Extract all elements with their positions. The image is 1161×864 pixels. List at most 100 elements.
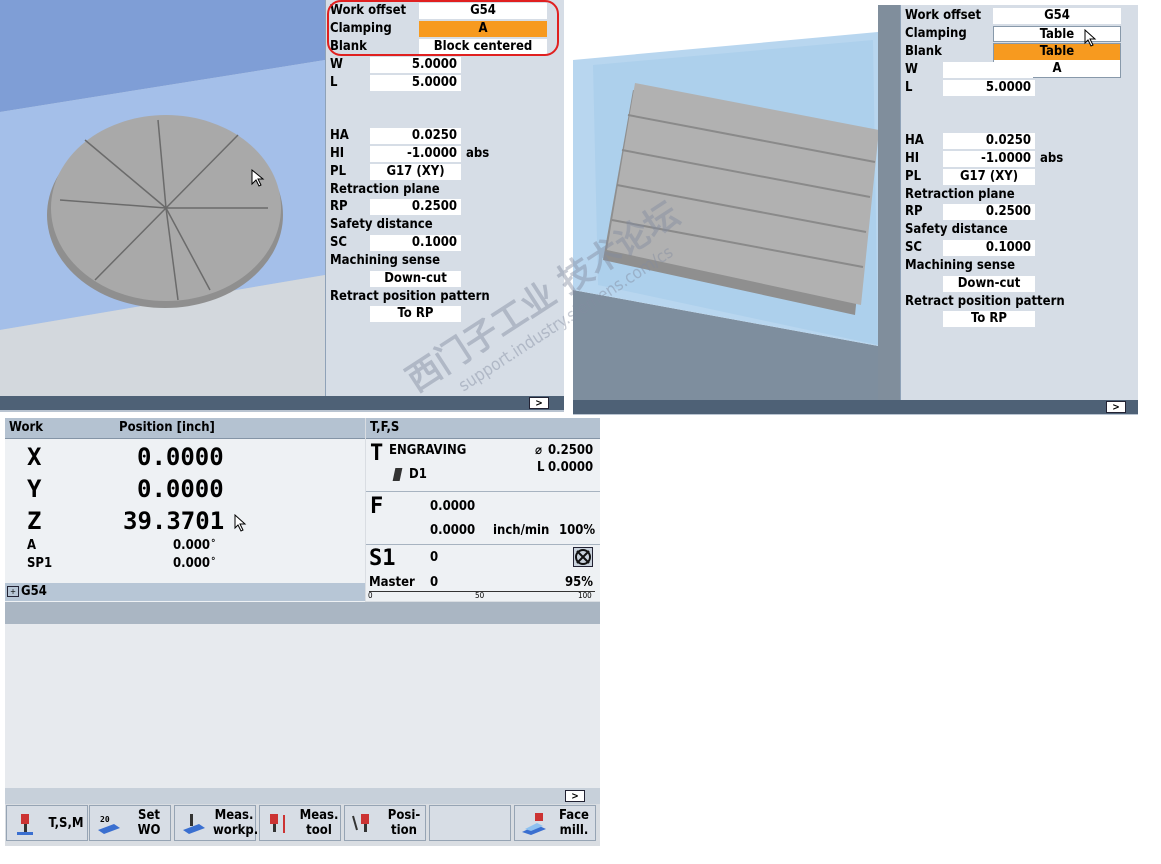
softkey-position[interactable]: Posi- tion xyxy=(344,805,426,841)
feed-value-1: 0.0000 xyxy=(430,499,476,514)
w-field[interactable]: 5.0000 xyxy=(370,57,461,73)
parameter-panel-left: Work offset G54 Clamping A Blank Block c… xyxy=(325,0,564,396)
measure-tool-icon xyxy=(266,812,292,836)
scale-0: 0 xyxy=(368,591,373,600)
softkey-tsm[interactable]: T,S,M xyxy=(6,805,88,841)
softkey-empty[interactable] xyxy=(429,805,511,841)
l-field[interactable]: 5.0000 xyxy=(943,80,1035,96)
axis-x-value: 0.0000 xyxy=(137,443,224,471)
label-ha: HA xyxy=(330,128,349,143)
axis-sp1-value: 0.000 xyxy=(173,556,210,571)
retract-pattern-field[interactable]: To RP xyxy=(370,306,461,322)
axis-sp1-unit: ° xyxy=(211,556,216,567)
hi-unit: abs xyxy=(1040,151,1064,166)
axis-x-name: X xyxy=(27,443,42,471)
pl-field[interactable]: G17 (XY) xyxy=(943,169,1035,185)
label-w: W xyxy=(330,57,343,72)
l-field[interactable]: 5.0000 xyxy=(370,75,461,91)
scroll-right-button-left[interactable]: > xyxy=(529,397,549,409)
label-machining-sense: Machining sense xyxy=(330,253,441,268)
softkey-meas-workp[interactable]: Meas. workp. xyxy=(174,805,258,841)
label-hi: HI xyxy=(330,146,345,161)
machining-sense-field[interactable]: Down-cut xyxy=(370,271,461,287)
position-icon xyxy=(351,812,377,836)
axis-a-name: A xyxy=(27,538,37,553)
sc-field[interactable]: 0.1000 xyxy=(943,240,1035,256)
softkey-tsm-label: T,S,M xyxy=(48,816,84,831)
rp-field[interactable]: 0.2500 xyxy=(943,204,1035,220)
spindle-master-label: Master xyxy=(369,575,415,590)
red-circle-annotation xyxy=(327,0,559,56)
tool-length-label: L xyxy=(537,460,545,475)
label-pl: PL xyxy=(330,164,347,179)
ha-field[interactable]: 0.0250 xyxy=(943,133,1035,149)
label-clamping: Clamping xyxy=(905,26,967,41)
parameter-panel-right: Work offset G54 Clamping Table Blank Tab… xyxy=(900,5,1138,400)
hi-unit: abs xyxy=(466,146,490,161)
face-mill-icon xyxy=(521,812,547,836)
rp-field[interactable]: 0.2500 xyxy=(370,199,461,215)
softkey-meas-tool[interactable]: Meas. tool xyxy=(259,805,341,841)
label-machining-sense: Machining sense xyxy=(905,258,1016,273)
label-l: L xyxy=(905,80,913,95)
pl-field[interactable]: G17 (XY) xyxy=(370,164,461,180)
feed-value-2: 0.0000 xyxy=(430,523,476,538)
work-offset-field[interactable]: G54 xyxy=(993,8,1121,24)
tool-diameter: 0.2500 xyxy=(548,443,594,458)
tool-section: T ENGRAVING ⌀ 0.2500 L 0.0000 D1 xyxy=(366,439,600,492)
axis-a-unit: ° xyxy=(211,538,216,549)
label-retract-pattern: Retract position pattern xyxy=(330,289,490,304)
clamping-field[interactable]: Table xyxy=(993,26,1121,42)
cutting-edge-icon xyxy=(392,468,403,481)
hi-field[interactable]: -1.0000 xyxy=(370,146,461,162)
sc-field[interactable]: 0.1000 xyxy=(370,235,461,251)
retract-pattern-field[interactable]: To RP xyxy=(943,311,1035,327)
axis-y-name: Y xyxy=(27,475,42,503)
tfs-area: T ENGRAVING ⌀ 0.2500 L 0.0000 D1 F 0.000… xyxy=(366,439,600,601)
label-sc: SC xyxy=(330,235,348,250)
scrollbar-right[interactable] xyxy=(573,400,1138,414)
label-retract-pattern: Retract position pattern xyxy=(905,294,1065,309)
feed-override: 100% xyxy=(559,523,596,538)
spindle-master-value: 0 xyxy=(430,575,439,590)
label-pl: PL xyxy=(905,169,922,184)
label-work-offset: Work offset xyxy=(905,8,982,23)
header-tfs: T,F,S xyxy=(370,420,400,435)
divider-bar xyxy=(5,602,600,624)
axis-z-name: Z xyxy=(27,507,42,535)
scrollbar-left[interactable] xyxy=(0,396,564,410)
label-l: L xyxy=(330,75,338,90)
work-offset-bar: + G54 xyxy=(5,583,365,601)
spindle-section: S1 0 Master 0 95% 0 50 100 xyxy=(366,545,600,601)
scroll-right-button-machine[interactable]: > xyxy=(565,790,585,802)
label-ha: HA xyxy=(905,133,924,148)
tool-letter: T xyxy=(370,441,384,466)
machine-screen: Work Position [inch] T,F,S X 0.0000 Y 0.… xyxy=(5,418,600,846)
axis-y-value: 0.0000 xyxy=(137,475,224,503)
top-left-screenshot: Work offset G54 Clamping A Blank Block c… xyxy=(0,0,564,412)
label-sc: SC xyxy=(905,240,923,255)
label-safety-distance: Safety distance xyxy=(330,217,433,232)
mouse-pointer-icon xyxy=(1084,29,1097,47)
axis-a-value: 0.000 xyxy=(173,538,210,553)
softkey-set-wo-label: Set WO xyxy=(137,808,161,838)
hi-field[interactable]: -1.0000 xyxy=(943,151,1035,167)
svg-text:20: 20 xyxy=(100,815,110,824)
scroll-right-button-right[interactable]: > xyxy=(1106,401,1126,413)
spindle-stop-icon xyxy=(573,547,593,567)
set-wo-icon: 20 xyxy=(96,812,122,836)
label-hi: HI xyxy=(905,151,920,166)
ha-field[interactable]: 0.0250 xyxy=(370,128,461,144)
machining-sense-field[interactable]: Down-cut xyxy=(943,276,1035,292)
program-area xyxy=(5,624,600,788)
softkey-set-wo[interactable]: 20 Set WO xyxy=(89,805,171,841)
label-w: W xyxy=(905,62,918,77)
spindle-letter: S1 xyxy=(369,546,396,571)
feed-section: F 0.0000 0.0000 inch/min 100% xyxy=(366,492,600,545)
w-field[interactable] xyxy=(943,62,1033,78)
tool-diameter-symbol: ⌀ xyxy=(535,443,543,458)
dropdown-option-table[interactable]: Table xyxy=(994,44,1120,60)
position-area: X 0.0000 Y 0.0000 Z 39.3701 A 0.000 ° SP… xyxy=(5,439,365,603)
softkey-face-mill[interactable]: Face mill. xyxy=(514,805,596,841)
tool-spindle-icon xyxy=(13,812,39,836)
